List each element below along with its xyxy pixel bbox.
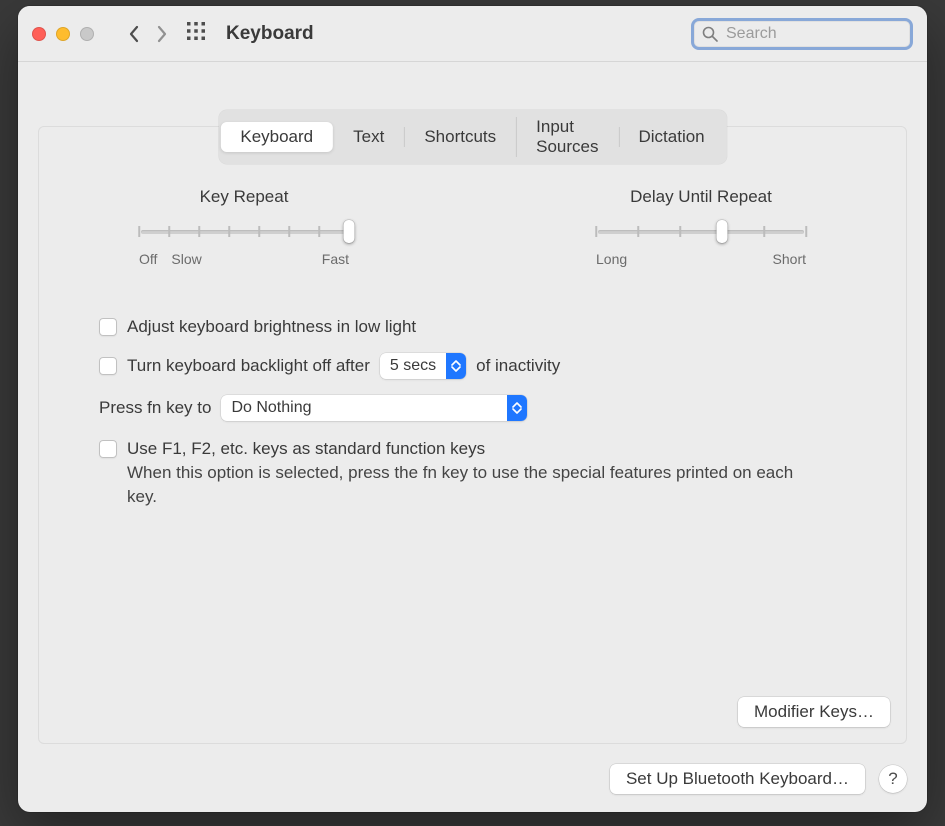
modifier-keys-button[interactable]: Modifier Keys…: [738, 697, 890, 727]
bottom-bar: Set Up Bluetooth Keyboard… ?: [610, 764, 907, 794]
tab-strip: Keyboard Text Shortcuts Input Sources Di…: [218, 110, 726, 164]
bluetooth-keyboard-button[interactable]: Set Up Bluetooth Keyboard…: [610, 764, 865, 794]
key-repeat-off-label: Off: [139, 251, 157, 267]
search-field[interactable]: [691, 18, 913, 50]
adjust-brightness-checkbox[interactable]: [99, 318, 117, 336]
show-all-icon[interactable]: [186, 21, 206, 46]
press-fn-select[interactable]: Do Nothing: [221, 395, 527, 421]
tab-dictation[interactable]: Dictation: [619, 122, 725, 152]
help-button[interactable]: ?: [879, 765, 907, 793]
key-repeat-slow-label: Slow: [171, 251, 201, 267]
use-fkeys-description: When this option is selected, press the …: [127, 461, 827, 509]
press-fn-label: Press fn key to: [99, 398, 211, 418]
search-input[interactable]: [724, 24, 902, 44]
key-repeat-slider[interactable]: [139, 221, 349, 241]
tab-shortcuts[interactable]: Shortcuts: [404, 122, 516, 152]
use-fkeys-label: Use F1, F2, etc. keys as standard functi…: [127, 439, 485, 459]
panel-footer: Modifier Keys…: [738, 697, 890, 727]
delay-until-repeat-label: Delay Until Repeat: [596, 187, 806, 207]
press-fn-value: Do Nothing: [221, 399, 321, 417]
forward-button: [148, 20, 176, 48]
backlight-off-label-before: Turn keyboard backlight off after: [127, 356, 370, 376]
delay-long-label: Long: [596, 251, 627, 267]
select-stepper-icon: [507, 395, 527, 421]
minimize-button[interactable]: [56, 27, 70, 41]
back-button[interactable]: [120, 20, 148, 48]
search-icon: [702, 26, 718, 42]
press-fn-row: Press fn key to Do Nothing: [99, 395, 846, 421]
window-controls: [32, 27, 94, 41]
backlight-off-checkbox[interactable]: [99, 357, 117, 375]
sliders-row: Key Repeat Off Slow Fast Delay Until Rep…: [99, 187, 846, 267]
window-title: Keyboard: [226, 23, 314, 45]
key-repeat-block: Key Repeat Off Slow Fast: [139, 187, 349, 267]
adjust-brightness-label: Adjust keyboard brightness in low light: [127, 317, 416, 337]
delay-until-repeat-block: Delay Until Repeat Long Short: [596, 187, 806, 267]
backlight-off-select[interactable]: 5 secs: [380, 353, 466, 379]
key-repeat-label: Key Repeat: [139, 187, 349, 207]
titlebar: Keyboard: [18, 6, 927, 62]
use-fkeys-checkbox[interactable]: [99, 440, 117, 458]
delay-short-label: Short: [773, 251, 806, 267]
preferences-window: Keyboard Keyboard Text Shortcuts Input S…: [18, 6, 927, 812]
tab-text[interactable]: Text: [333, 122, 404, 152]
backlight-off-row: Turn keyboard backlight off after 5 secs…: [99, 353, 846, 379]
delay-until-repeat-slider[interactable]: [596, 221, 806, 241]
key-repeat-fast-label: Fast: [322, 251, 349, 267]
keyboard-panel: Key Repeat Off Slow Fast Delay Until Rep…: [38, 126, 907, 744]
maximize-button: [80, 27, 94, 41]
close-button[interactable]: [32, 27, 46, 41]
use-fkeys-row: Use F1, F2, etc. keys as standard functi…: [99, 439, 846, 509]
backlight-off-label-after: of inactivity: [476, 356, 560, 376]
tab-input-sources[interactable]: Input Sources: [516, 112, 618, 162]
tab-keyboard[interactable]: Keyboard: [220, 122, 333, 152]
adjust-brightness-row: Adjust keyboard brightness in low light: [99, 317, 846, 337]
select-stepper-icon: [446, 353, 466, 379]
backlight-off-value: 5 secs: [380, 357, 446, 375]
